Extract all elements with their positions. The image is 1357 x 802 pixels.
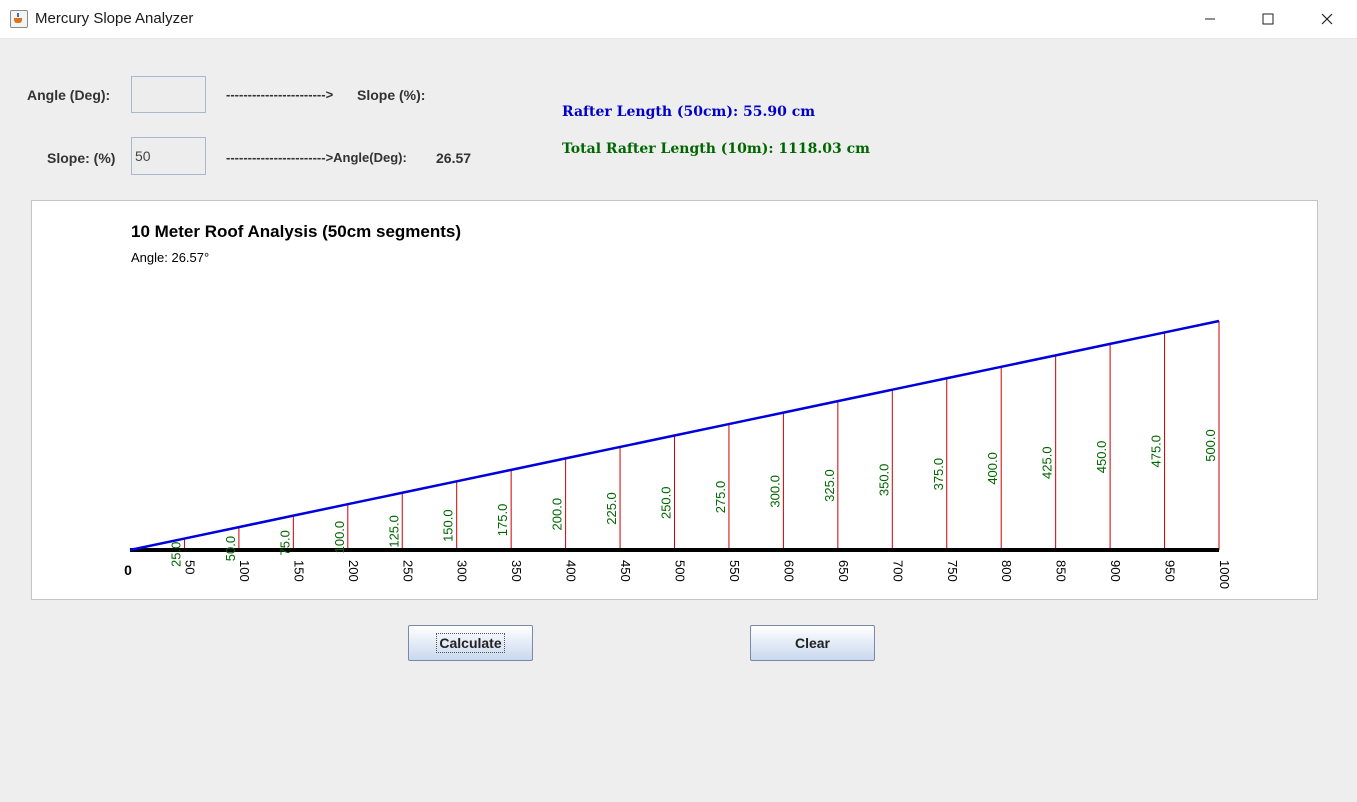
x-tick-label: 450 (618, 560, 633, 582)
height-label: 425.0 (1040, 446, 1055, 479)
height-label: 200.0 (550, 498, 565, 531)
height-label: 475.0 (1149, 435, 1164, 468)
height-label: 325.0 (822, 469, 837, 502)
close-icon (1321, 13, 1333, 25)
height-label: 250.0 (659, 486, 674, 519)
height-label: 375.0 (931, 458, 946, 491)
minimize-icon (1205, 18, 1215, 20)
title-bar: Mercury Slope Analyzer (0, 0, 1357, 39)
height-label: 225.0 (604, 492, 619, 525)
minimize-button[interactable] (1181, 0, 1239, 38)
x-tick-label: 850 (1054, 560, 1069, 582)
height-label: 275.0 (713, 481, 728, 514)
x-tick-label: 650 (836, 560, 851, 582)
height-label: 125.0 (386, 515, 401, 548)
x-tick-label: 100 (237, 560, 252, 582)
angle-input[interactable] (131, 76, 206, 113)
x-tick-label: 400 (564, 560, 579, 582)
maximize-button[interactable] (1239, 0, 1297, 38)
java-app-icon (10, 10, 28, 28)
x-tick-label: 550 (727, 560, 742, 582)
height-label: 350.0 (876, 464, 891, 497)
x-tick-label: 900 (1108, 560, 1123, 582)
angle-arrow: -----------------------> (226, 87, 334, 102)
calculate-button[interactable]: Calculate (408, 625, 533, 661)
clear-button-label: Clear (794, 635, 831, 651)
x-tick-label: 0 (124, 562, 132, 578)
x-tick-label: 600 (781, 560, 796, 582)
roof-chart: 25.0 50.0 75.0 100.0 125.0 150.0 175.0 200.0 225… (124, 319, 1232, 589)
roof-chart-panel: 10 Meter Roof Analysis (50cm segments) A… (31, 200, 1318, 600)
height-label: 500.0 (1203, 429, 1218, 462)
slope-arrow: ----------------------->Angle(Deg): (226, 150, 407, 165)
x-tick-label: 350 (509, 560, 524, 582)
height-label: 75.0 (277, 530, 292, 555)
slope-label: Slope: (%) (47, 150, 116, 166)
slope-output-label: Slope (%): (357, 87, 426, 103)
x-tick-label: 500 (673, 560, 688, 582)
x-tick-label: 700 (890, 560, 905, 582)
angle-label: Angle (Deg): (27, 87, 111, 103)
clear-button[interactable]: Clear (750, 625, 875, 661)
x-tick-label: 750 (945, 560, 960, 582)
x-tick-label: 250 (400, 560, 415, 582)
height-label: 50.0 (223, 536, 238, 561)
calculate-button-label: Calculate (436, 633, 505, 653)
x-tick-label: 150 (291, 560, 306, 582)
height-label: 25.0 (168, 542, 183, 567)
height-label: 450.0 (1094, 441, 1109, 474)
x-tick-label: 950 (1163, 560, 1178, 582)
x-tick-label: 50 (182, 560, 197, 574)
height-label: 100.0 (332, 521, 347, 554)
rafter-length-text: Rafter Length (50cm): 55.90 cm (562, 104, 816, 120)
height-label: 175.0 (495, 504, 510, 537)
x-tick-label: 200 (346, 560, 361, 582)
window-title: Mercury Slope Analyzer (35, 10, 194, 27)
height-label: 150.0 (441, 509, 456, 542)
x-tick-label: 1000 (1217, 560, 1232, 589)
maximize-icon (1262, 13, 1274, 25)
slope-input[interactable] (131, 137, 206, 175)
height-label: 300.0 (767, 475, 782, 508)
x-tick-label: 800 (999, 560, 1014, 582)
close-button[interactable] (1298, 0, 1356, 38)
angle-output-value: 26.57 (436, 150, 472, 166)
total-rafter-length-text: Total Rafter Length (10m): 1118.03 cm (562, 141, 870, 157)
height-label: 400.0 (985, 452, 1000, 485)
x-tick-label: 300 (455, 560, 470, 582)
